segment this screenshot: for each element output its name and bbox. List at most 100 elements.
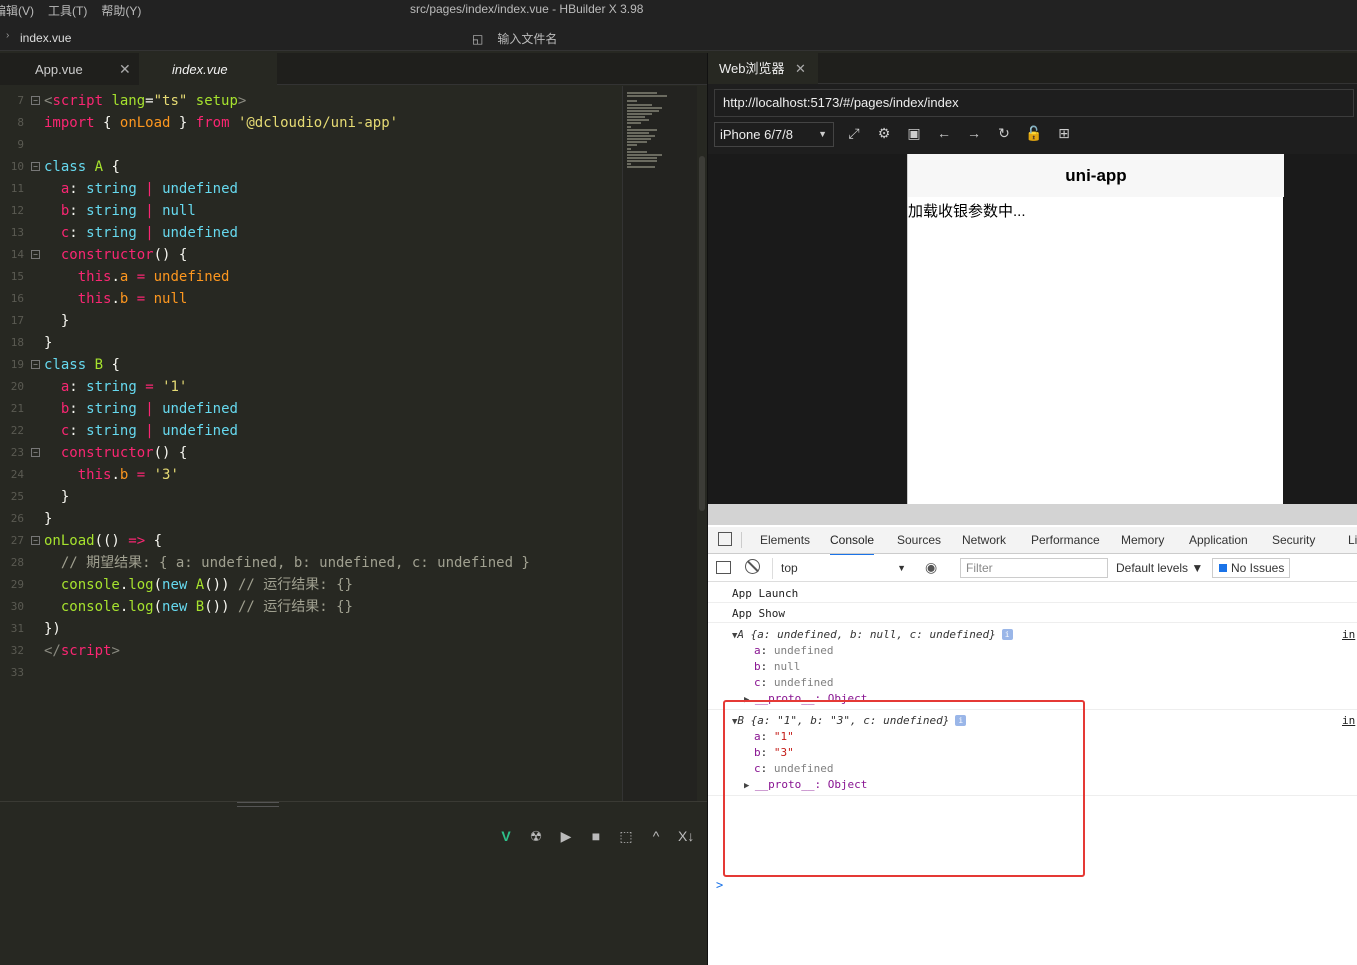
code-line[interactable]: 16 this.b = null	[0, 288, 622, 310]
code-line[interactable]: 25 }	[0, 486, 622, 508]
code-line[interactable]: 32 </script>	[0, 640, 622, 662]
source-link[interactable]: in	[1342, 714, 1355, 727]
open-file-placeholder: 输入文件名	[497, 32, 558, 46]
clear-console-icon[interactable]	[745, 559, 760, 574]
code-line[interactable]: 26}	[0, 508, 622, 530]
devtools-tab-elements[interactable]: Elements	[760, 527, 810, 554]
context-select[interactable]: top ▼	[772, 558, 912, 579]
chevron-up-icon[interactable]: ^	[648, 828, 664, 845]
code-line[interactable]: 27− onLoad(() => {	[0, 530, 622, 552]
minimap-line	[627, 138, 651, 140]
devtools-tab-performance[interactable]: Performance	[1031, 527, 1100, 554]
code-text: this.a = undefined	[77, 269, 230, 285]
object-header[interactable]: ▼A {a: undefined, b: null, c: undefined}…	[732, 628, 1013, 641]
resize-handle[interactable]	[237, 802, 279, 807]
console-object-entry[interactable]: ▼A {a: undefined, b: null, c: undefined}…	[708, 624, 1357, 710]
tab-web-browser[interactable]: Web浏览器 ✕	[708, 53, 818, 84]
minimap-line	[627, 157, 657, 159]
menu-help[interactable]: 帮助(Y)	[101, 2, 141, 19]
code-line[interactable]: 19− class B {	[0, 354, 622, 376]
eye-icon[interactable]: ◉	[925, 559, 937, 576]
code-line[interactable]: 22 c: string | undefined	[0, 420, 622, 442]
fold-icon[interactable]: −	[31, 162, 40, 171]
lock-icon[interactable]: 🔓	[1025, 125, 1043, 142]
code-line[interactable]: 21 b: string | undefined	[0, 398, 622, 420]
console-prompt[interactable]: >	[716, 878, 723, 892]
code-line[interactable]: 18}	[0, 332, 622, 354]
code-line[interactable]: 12 b: string | null	[0, 200, 622, 222]
debug-icon[interactable]: ☢	[528, 828, 544, 845]
run-icon[interactable]: ▶	[558, 828, 574, 845]
code-line[interactable]: 24 this.b = '3'	[0, 464, 622, 486]
info-icon[interactable]: i	[1001, 629, 1013, 640]
fold-icon[interactable]: −	[31, 448, 40, 457]
code-line[interactable]: 20 a: string = '1'	[0, 376, 622, 398]
devtools-tab-application[interactable]: Application	[1189, 527, 1248, 554]
minimap[interactable]	[622, 86, 697, 801]
url-input[interactable]: http://localhost:5173/#/pages/index/inde…	[714, 89, 1354, 117]
log-levels-select[interactable]: Default levels ▼	[1116, 558, 1203, 579]
vue-icon[interactable]: V	[498, 828, 514, 845]
code-line[interactable]: 13 c: string | undefined	[0, 222, 622, 244]
code-line[interactable]: 30 console.log(new B()) // 运行结果: {}	[0, 596, 622, 618]
fold-icon[interactable]: −	[31, 250, 40, 259]
open-window-icon[interactable]: ⬚	[618, 828, 634, 845]
code-line[interactable]: 29 console.log(new A()) // 运行结果: {}	[0, 574, 622, 596]
fold-icon[interactable]: −	[31, 360, 40, 369]
code-line[interactable]: 10− class A {	[0, 156, 622, 178]
code-editor[interactable]: 7− <script lang="ts" setup> 8 import { onLo…	[0, 86, 622, 801]
clear-icon[interactable]: X↓	[678, 828, 694, 845]
devtools-tab-network[interactable]: Network	[962, 527, 1006, 554]
close-icon[interactable]: ✕	[119, 53, 131, 86]
code-line[interactable]: 17 }	[0, 310, 622, 332]
inspect-icon[interactable]	[718, 532, 732, 546]
forward-icon[interactable]: →	[965, 125, 983, 142]
settings-icon[interactable]: ⚙	[875, 125, 893, 142]
issues-button[interactable]: No Issues	[1212, 558, 1290, 578]
devtools-resize-handle[interactable]	[708, 504, 1357, 525]
property-value: undefined	[773, 676, 834, 689]
code-line[interactable]: 33	[0, 662, 622, 684]
menu-tools[interactable]: 工具(T)	[48, 2, 87, 19]
devtools-icon[interactable]: ▣	[905, 125, 923, 142]
minimap-line	[627, 160, 657, 162]
breadcrumb-file[interactable]: index.vue	[20, 31, 71, 45]
close-icon[interactable]: ✕	[795, 53, 806, 84]
code-line[interactable]: 14− constructor() {	[0, 244, 622, 266]
screenshot-icon[interactable]: ⤢	[845, 125, 863, 142]
devtools-tab-security[interactable]: Security	[1272, 527, 1315, 554]
code-text: import { onLoad } from '@dcloudio/uni-ap…	[44, 115, 399, 131]
code-text: }	[44, 335, 53, 351]
devtools-tab-sources[interactable]: Sources	[897, 527, 941, 554]
console-message: App Show	[708, 603, 1357, 623]
code-line[interactable]: 8 import { onLoad } from '@dcloudio/uni-a…	[0, 112, 622, 134]
code-line[interactable]: 28 // 期望结果: { a: undefined, b: undefined…	[0, 552, 622, 574]
filter-input[interactable]: Filter	[960, 558, 1108, 578]
devtools-tab-li[interactable]: Li	[1348, 527, 1357, 554]
sidebar-toggle-icon[interactable]	[716, 561, 731, 574]
code-line[interactable]: 31})	[0, 618, 622, 640]
devtools-tab-console[interactable]: Console	[830, 527, 875, 556]
fold-icon[interactable]: −	[31, 96, 40, 105]
fold-icon[interactable]: −	[31, 536, 40, 545]
code-line[interactable]: 23− constructor() {	[0, 442, 622, 464]
code-line[interactable]: 15 this.a = undefined	[0, 266, 622, 288]
device-select[interactable]: iPhone 6/7/8 ▼	[714, 122, 834, 147]
line-number: 10	[10, 160, 24, 173]
code-line[interactable]: 7− <script lang="ts" setup>	[0, 90, 622, 112]
qrcode-icon[interactable]: ⊞	[1055, 125, 1073, 142]
menu-edit[interactable]: 编辑(V)	[0, 2, 34, 19]
reload-icon[interactable]: ↻	[995, 125, 1013, 142]
source-link[interactable]: in	[1342, 628, 1355, 641]
code-line[interactable]: 9	[0, 134, 622, 156]
editor-scrollbar[interactable]	[699, 156, 705, 511]
back-icon[interactable]: ←	[935, 125, 953, 142]
devtools-tab-memory[interactable]: Memory	[1121, 527, 1164, 554]
tab-app-vue[interactable]: App.vue ✕	[0, 53, 139, 85]
code-text: <script lang="ts" setup>	[44, 93, 247, 109]
tab-index-vue[interactable]: index.vue	[139, 53, 277, 85]
minimap-line	[627, 148, 631, 150]
code-line[interactable]: 11 a: string | undefined	[0, 178, 622, 200]
stop-icon[interactable]: ■	[588, 828, 604, 845]
open-file-input[interactable]: ◱ 输入文件名	[472, 30, 557, 47]
